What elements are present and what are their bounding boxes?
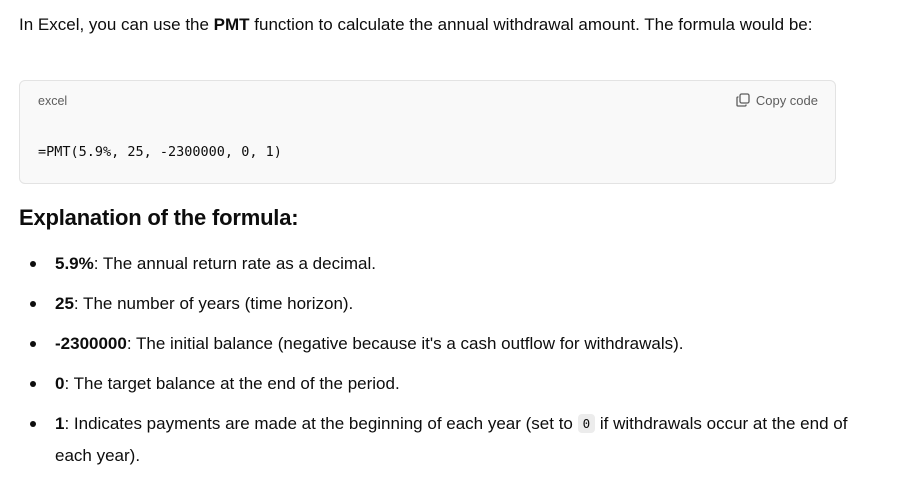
code-content: =PMT(5.9%, 25, -2300000, 0, 1) — [38, 144, 282, 160]
bullet-term: 5.9% — [55, 254, 94, 273]
function-name: PMT — [213, 15, 250, 34]
section-heading: Explanation of the formula: — [19, 205, 299, 230]
inline-code: 0 — [577, 414, 596, 433]
bullet-text: : Indicates payments are made at the beg… — [64, 414, 578, 433]
bullet-term: 25 — [55, 294, 74, 313]
bullet-text: : The initial balance (negative because … — [126, 334, 684, 353]
list-item: 5.9%: The annual return rate as a decima… — [0, 248, 855, 280]
intro-text-before: In Excel, you can use the — [19, 15, 214, 34]
list-item: 1: Indicates payments are made at the be… — [0, 408, 855, 472]
bullet-text: : The annual return rate as a decimal. — [93, 254, 376, 273]
explanation-list: 5.9%: The annual return rate as a decima… — [0, 248, 923, 480]
code-language-label: excel — [38, 94, 68, 108]
copy-code-button[interactable]: Copy code — [735, 92, 818, 108]
intro-paragraph: In Excel, you can use the PMT function t… — [19, 9, 849, 41]
list-item: -2300000: The initial balance (negative … — [0, 328, 855, 360]
copy-icon — [735, 92, 751, 108]
bullet-text: : The target balance at the end of the p… — [64, 374, 400, 393]
bullet-term: -2300000 — [55, 334, 127, 353]
list-item: 25: The number of years (time horizon). — [0, 288, 855, 320]
list-item: 0: The target balance at the end of the … — [0, 368, 855, 400]
bullet-text: : The number of years (time horizon). — [73, 294, 354, 313]
intro-text-after: function to calculate the annual withdra… — [249, 15, 813, 34]
copy-code-label: Copy code — [755, 92, 818, 108]
code-block: excel Copy code =PMT(5.9%, 25, -2300000,… — [19, 80, 836, 184]
